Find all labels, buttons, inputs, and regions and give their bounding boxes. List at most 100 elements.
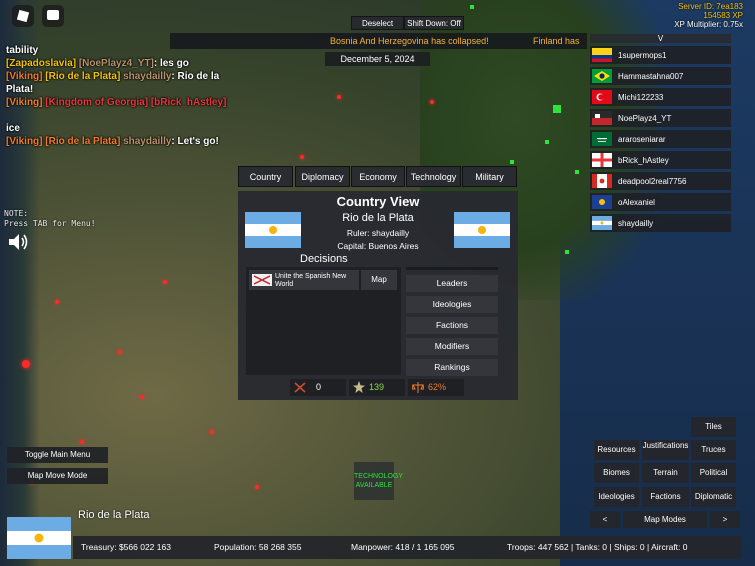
city-marker bbox=[210, 430, 214, 434]
player-list-toggle[interactable]: V bbox=[590, 34, 731, 43]
tab-diplomacy[interactable]: Diplomacy bbox=[295, 166, 350, 187]
city-marker bbox=[430, 100, 434, 104]
city-marker bbox=[337, 95, 341, 99]
city-marker bbox=[118, 350, 122, 354]
modifiers-button[interactable]: Modifiers bbox=[406, 338, 498, 355]
player-row[interactable]: deadpool2real7756 bbox=[590, 172, 731, 190]
prev-mapmode-button[interactable]: < bbox=[590, 511, 620, 528]
resources-button[interactable]: Resources bbox=[594, 440, 639, 460]
panel-title: Country View bbox=[336, 194, 420, 209]
tab-economy[interactable]: Economy bbox=[351, 166, 405, 187]
xp-total: 154583 XP bbox=[703, 11, 743, 20]
player-row[interactable]: NoePlayz4_YT bbox=[590, 109, 731, 127]
decision-item[interactable]: Unite the Spanish New World bbox=[249, 270, 359, 290]
player-country-flag[interactable] bbox=[7, 517, 71, 559]
military-stat: Troops: 447 562 | Tanks: 0 | Ships: 0 | … bbox=[507, 542, 688, 552]
player-row[interactable]: bRick_hAstley bbox=[590, 151, 731, 169]
player-name: oAlexaniel bbox=[618, 198, 655, 207]
player-name: araroseniarar bbox=[618, 135, 666, 144]
chat-message: [Zapadoslavia] [NoePlayz4_YT]: les go bbox=[6, 58, 189, 69]
speaker-icon[interactable] bbox=[8, 233, 28, 251]
scales-icon bbox=[412, 382, 424, 393]
truces-button[interactable]: Truces bbox=[691, 440, 736, 460]
manpower-stat: Manpower: 418 / 1 165 095 bbox=[351, 542, 455, 552]
shift-down-toggle[interactable]: Shift Down: Off bbox=[404, 16, 464, 30]
terrain-button[interactable]: Terrain bbox=[642, 463, 689, 483]
flag-rio-de-la-plata-icon bbox=[592, 216, 612, 230]
flag-georgia-icon bbox=[592, 153, 612, 167]
city-marker bbox=[22, 360, 30, 368]
city-marker bbox=[80, 440, 84, 444]
player-name: NoePlayz4_YT bbox=[618, 114, 672, 123]
player-row[interactable]: oAlexaniel bbox=[590, 193, 731, 211]
flag-unknown-icon bbox=[592, 195, 612, 209]
news-ticker: Bosnia And Herzegovina has collapsed! Fi… bbox=[170, 33, 587, 49]
territory-marker bbox=[545, 140, 549, 144]
roblox-menu-icon[interactable] bbox=[12, 5, 34, 27]
player-row[interactable]: Michi122233 bbox=[590, 88, 731, 106]
decision-map-button[interactable]: Map bbox=[361, 270, 397, 290]
city-marker bbox=[255, 485, 259, 489]
treasury-stat: Treasury: $566 022 163 bbox=[81, 542, 171, 552]
game-date: December 5, 2024 bbox=[325, 52, 430, 66]
map-move-mode-button[interactable]: Map Move Mode bbox=[7, 468, 108, 484]
justifications-button[interactable]: Justifications bbox=[642, 440, 689, 460]
flag-colombia-icon bbox=[592, 48, 612, 62]
country-flag-right bbox=[454, 212, 510, 248]
decisions-list: Unite the Spanish New World Map bbox=[246, 267, 401, 375]
city-marker bbox=[163, 280, 167, 284]
flag-turkey-icon bbox=[592, 90, 612, 104]
flag-canada-icon bbox=[592, 174, 612, 188]
player-row[interactable]: shaydailly bbox=[590, 214, 731, 232]
deselect-button[interactable]: Deselect bbox=[351, 16, 404, 30]
leaders-button[interactable]: Leaders bbox=[406, 275, 498, 292]
war-stat: 0 bbox=[290, 379, 346, 396]
political-button[interactable]: Political bbox=[691, 463, 736, 483]
ideologies-mapmode-button[interactable]: Ideologies bbox=[594, 487, 639, 507]
territory-marker bbox=[553, 105, 561, 113]
player-name: deadpool2real7756 bbox=[618, 177, 687, 186]
news-secondary: Finland has bbox=[533, 36, 580, 46]
player-row[interactable]: araroseniarar bbox=[590, 130, 731, 148]
chat-message bbox=[6, 109, 236, 122]
next-mapmode-button[interactable]: > bbox=[710, 511, 740, 528]
rankings-button[interactable]: Rankings bbox=[406, 359, 498, 376]
toggle-main-menu-button[interactable]: Toggle Main Menu bbox=[7, 447, 108, 463]
factions-button[interactable]: Factions bbox=[406, 317, 498, 334]
chat-message: ice bbox=[6, 123, 20, 134]
biomes-button[interactable]: Biomes bbox=[594, 463, 639, 483]
chat-icon[interactable] bbox=[42, 5, 64, 27]
city-marker bbox=[140, 395, 144, 399]
tiles-button[interactable]: Tiles bbox=[691, 417, 736, 437]
player-row[interactable]: Hammastahna007 bbox=[590, 67, 731, 85]
territory-marker bbox=[575, 170, 579, 174]
player-name: shaydailly bbox=[618, 219, 654, 228]
player-row[interactable]: 1supermops1 bbox=[590, 46, 731, 64]
stability-stat: 62% bbox=[408, 379, 464, 396]
player-name: 1supermops1 bbox=[618, 51, 667, 60]
diplomatic-button[interactable]: Diplomatic bbox=[691, 487, 736, 507]
star-icon bbox=[353, 381, 365, 393]
tab-military[interactable]: Military bbox=[462, 166, 517, 187]
decisions-title: Decisions bbox=[300, 253, 348, 265]
ideologies-button[interactable]: Ideologies bbox=[406, 296, 498, 313]
player-country-name: Rio de la Plata bbox=[78, 509, 150, 521]
territory-marker bbox=[565, 250, 569, 254]
decision-flag-icon bbox=[252, 274, 272, 286]
flag-brazil-icon bbox=[592, 69, 612, 83]
xp-multiplier: XP Multiplier: 0.75x bbox=[674, 20, 743, 29]
server-info: Server ID: 7ea183 154583 XP XP Multiplie… bbox=[674, 2, 743, 29]
map-modes-button[interactable]: Map Modes bbox=[623, 511, 707, 528]
chat-message: [Viking] [Kingdom of Georgia] [bRick_hAs… bbox=[6, 97, 227, 108]
tab-country[interactable]: Country bbox=[238, 166, 293, 187]
city-marker bbox=[300, 155, 304, 159]
chat-message: [Viking] [Rio de la Plata] shaydailly: L… bbox=[6, 136, 219, 147]
territory-marker bbox=[470, 5, 474, 9]
technology-available-notice[interactable]: TECHNOLOGY AVAILABLE bbox=[354, 462, 403, 500]
flag-zapadoslavia-icon bbox=[592, 111, 612, 125]
stats-bar: Treasury: $566 022 163 Population: 58 26… bbox=[73, 536, 741, 559]
factions-mapmode-button[interactable]: Factions bbox=[642, 487, 689, 507]
tab-technology[interactable]: Technology bbox=[406, 166, 461, 187]
chat-log: tability [Zapadoslavia] [NoePlayz4_YT]: l… bbox=[6, 44, 236, 148]
decision-label: Unite the Spanish New World bbox=[275, 273, 347, 288]
